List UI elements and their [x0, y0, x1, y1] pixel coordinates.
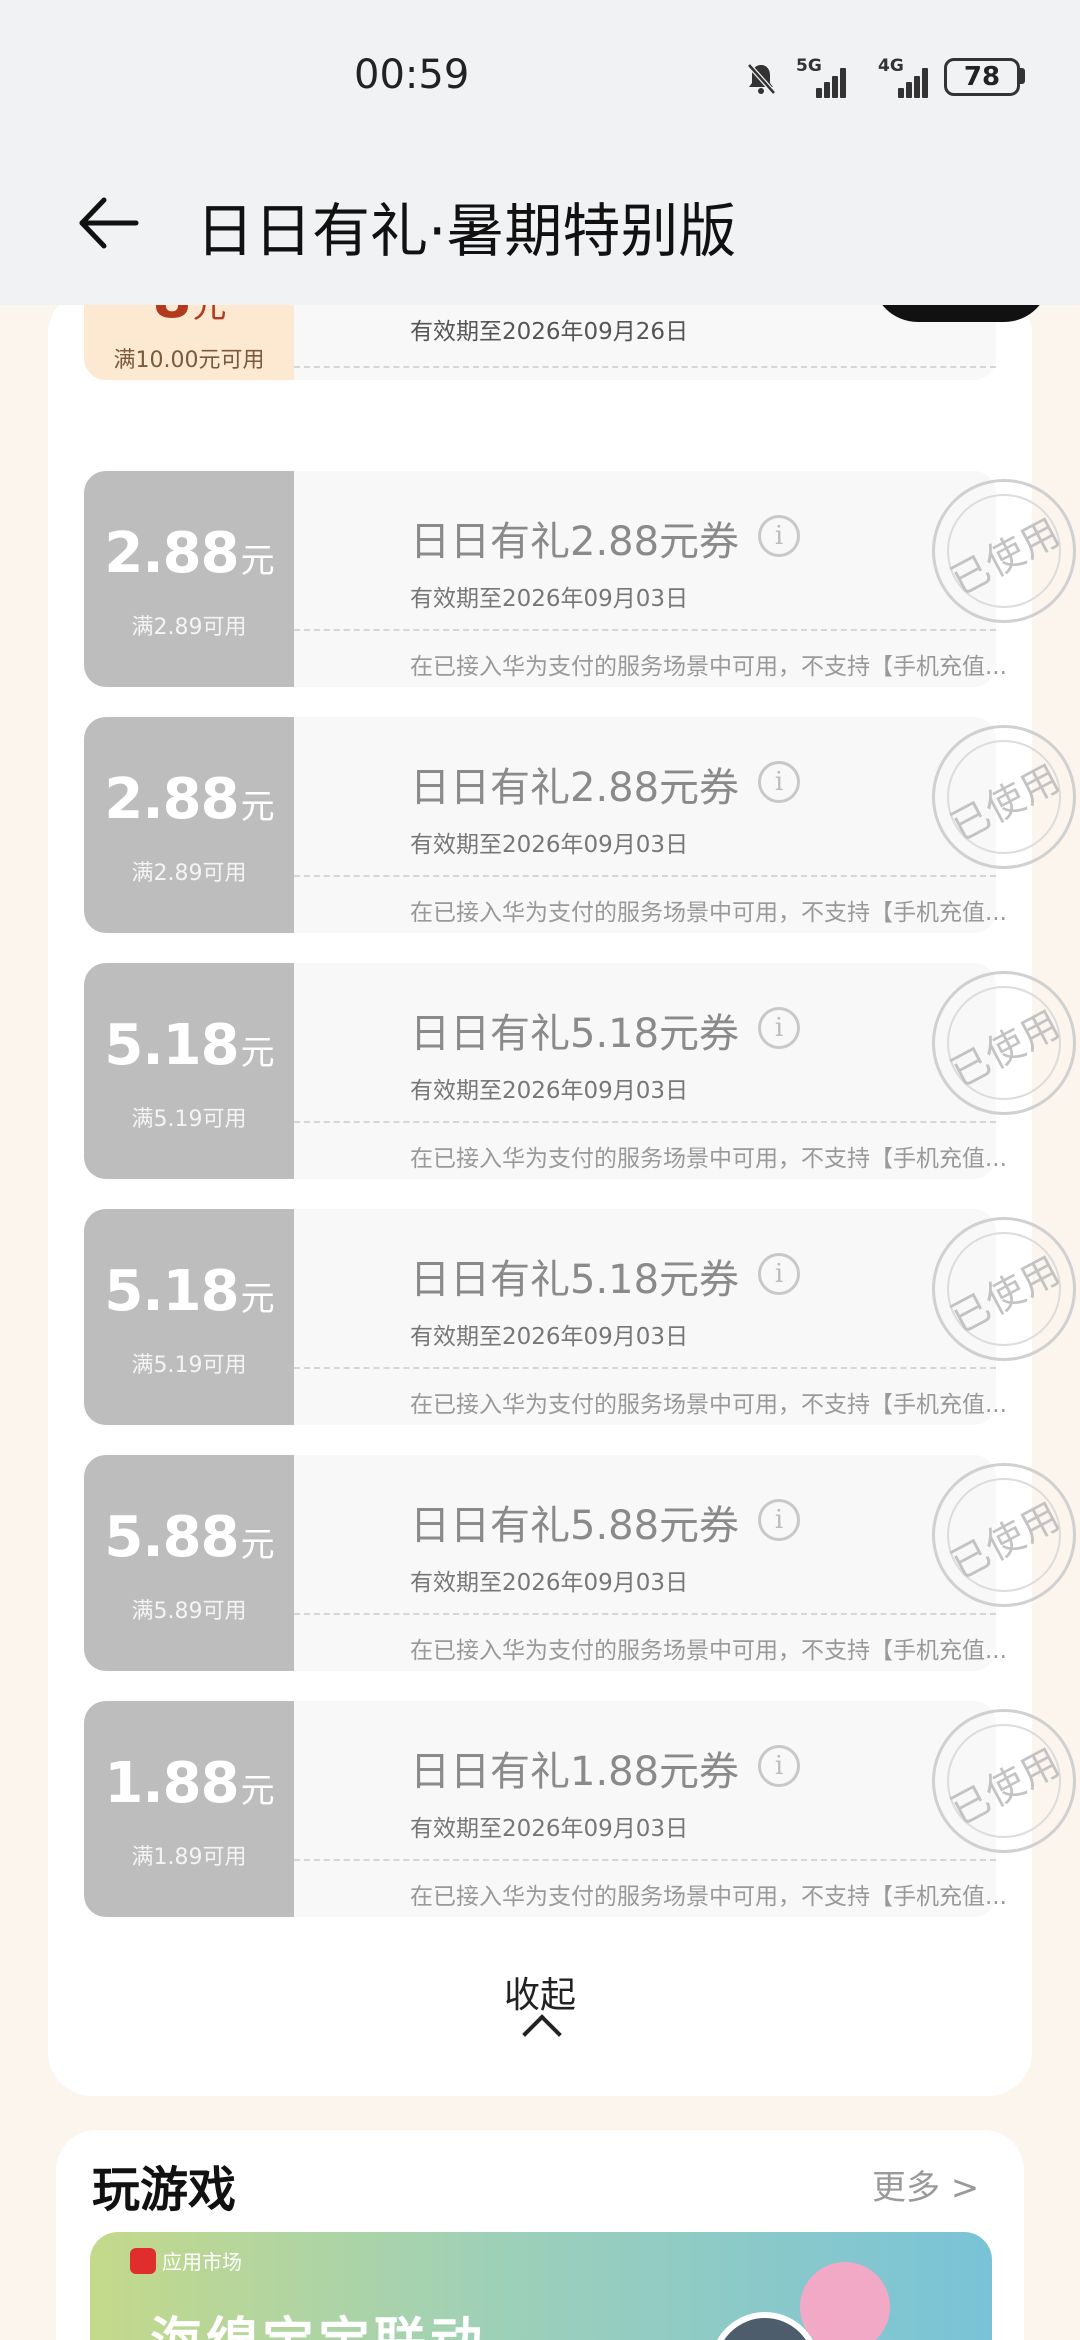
coupon-card[interactable]: 5.88元满5.89可用 日日有礼5.88元券 i 有效期至2026年09月03日在已…	[84, 1455, 1076, 1671]
coupon-divider	[294, 629, 996, 631]
coupon-valid-date: 有效期至2026年09月26日	[410, 319, 689, 345]
coupon-divider	[294, 1121, 996, 1123]
coupon-amount-panel: 2.88元满2.89可用	[84, 471, 294, 687]
coupon-detail-panel: 日日有礼2.88元券 i 有效期至2026年09月03日在已接入华为支付的服务场景中…	[294, 471, 1076, 687]
coupon-description[interactable]: 在已接入华为支付的服务场景中可用，不支持【手机充值...	[410, 1877, 1050, 1911]
coupon-condition: 满10.00元可用	[113, 348, 265, 373]
coupon-card[interactable]: 2.88元满2.89可用 日日有礼2.88元券 i 有效期至2026年09月03日在已…	[84, 717, 1076, 933]
info-icon[interactable]: i	[758, 515, 800, 557]
coupon-card[interactable]: 1.88元满1.89可用 日日有礼1.88元券 i 有效期至2026年09月03日在已…	[84, 1701, 1076, 1917]
coupon-description[interactable]: 在已接入华为支付的服务场景中可用，不支持【手机充值...	[410, 647, 1050, 681]
coupon-divider	[294, 1367, 996, 1369]
coupon-divider	[294, 1613, 996, 1615]
info-icon[interactable]: i	[758, 1745, 800, 1787]
coupon-unit: 元	[240, 1279, 275, 1319]
app-market-icon	[130, 2248, 156, 2274]
coupon-condition: 满5.89可用	[131, 1599, 247, 1624]
coupon-detail-panel: 日日有礼5.18元券 i 有效期至2026年09月03日在已接入华为支付的服务场景中…	[294, 1209, 1076, 1425]
collapse-button[interactable]: 收起	[0, 1966, 1080, 2018]
coupon-detail-panel: 日日有礼1.88元券 i 有效期至2026年09月03日在已接入华为支付的服务场景中…	[294, 1701, 1076, 1917]
coupon-valid-date: 有效期至2026年09月03日	[410, 1816, 689, 1842]
coupon-unit: 元	[240, 1033, 275, 1073]
battery-nub	[1020, 68, 1025, 84]
coupon-card[interactable]: 5.18元满5.19可用 日日有礼5.18元券 i 有效期至2026年09月03日在已…	[84, 1209, 1076, 1425]
used-stamp: 已使用	[932, 1217, 1076, 1361]
coupon-description[interactable]: 在已接入华为支付的服务场景中可用，不支持【手机充值...	[410, 1631, 1050, 1665]
character-illustration-icon	[800, 2262, 890, 2340]
used-stamp: 已使用	[932, 479, 1076, 623]
coupon-amount: 5.88	[104, 1505, 239, 1570]
coupon-title: 日日有礼2.88元券	[410, 765, 740, 811]
coupon-valid-date: 有效期至2026年09月03日	[410, 1078, 689, 1104]
coupon-title: 日日有礼1.88元券	[410, 1749, 740, 1795]
coupon-valid-date: 有效期至2026年09月03日	[410, 1324, 689, 1350]
coupon-condition: 满1.89可用	[131, 1845, 247, 1870]
coupon-amount-panel: 5.18元满5.19可用	[84, 1209, 294, 1425]
battery-indicator: 78	[944, 58, 1020, 96]
coupon-condition: 满2.89可用	[131, 615, 247, 640]
coupon-amount-panel: 2.88元满2.89可用	[84, 717, 294, 933]
games-more-link[interactable]: 更多 >	[872, 2160, 979, 2209]
coupon-amount: 2.88	[104, 767, 239, 832]
coupon-amount-panel: 5.88元满5.89可用	[84, 1455, 294, 1671]
games-title: 玩游戏	[92, 2162, 237, 2218]
coupon-title: 日日有礼5.18元券	[410, 1011, 740, 1057]
coupon-detail-panel: 日日有礼2.88元券 i 有效期至2026年09月03日在已接入华为支付的服务场景中…	[294, 717, 1076, 933]
coupon-valid-date: 有效期至2026年09月03日	[410, 1570, 689, 1596]
used-stamp: 已使用	[932, 725, 1076, 869]
info-icon[interactable]: i	[758, 761, 800, 803]
coupon-amount: 1.88	[104, 1751, 239, 1816]
coupon-amount: 5.18	[104, 1013, 239, 1078]
coupon-description[interactable]: 在已接入华为支付的服务场景中可用，不支持【手机充值...	[410, 893, 1050, 927]
coupon-condition: 满5.19可用	[131, 1353, 247, 1378]
coupon-description[interactable]: 在已接入华为支付的服务场景中可用，不支持【手机充值...	[410, 1385, 1050, 1419]
coupon-divider	[294, 875, 996, 877]
page-title: 日日有礼·暑期特别版	[196, 197, 737, 265]
banner-source-label: 应用市场	[162, 2250, 242, 2274]
coupon-card[interactable]: 2.88元满2.89可用 日日有礼2.88元券 i 有效期至2026年09月03日在已…	[84, 471, 1076, 687]
coupon-unit: 元	[240, 1771, 275, 1811]
coupon-unit: 元	[240, 541, 275, 581]
game-banner[interactable]: 应用市场 海绵宝宝联动	[90, 2232, 992, 2340]
coupon-detail-panel: 日日有礼5.88元券 i 有效期至2026年09月03日在已接入华为支付的服务场景中…	[294, 1455, 1076, 1671]
status-time: 00:59	[354, 52, 470, 98]
coupon-divider	[294, 366, 996, 368]
coupon-unit: 元	[240, 1525, 275, 1565]
bell-muted-icon	[747, 63, 776, 95]
used-stamp: 已使用	[932, 1463, 1076, 1607]
coupon-condition: 满5.19可用	[131, 1107, 247, 1132]
coupon-condition: 满2.89可用	[131, 861, 247, 886]
back-arrow-icon[interactable]	[74, 190, 140, 256]
info-icon[interactable]: i	[758, 1007, 800, 1049]
coupon-amount: 5.18	[104, 1259, 239, 1324]
coupon-amount-panel: 5.18元满5.19可用	[84, 963, 294, 1179]
coupon-card[interactable]: 5.18元满5.19可用 日日有礼5.18元券 i 有效期至2026年09月03日在已…	[84, 963, 1076, 1179]
header-bar: 00:59 5G 4G 78 日日有礼·暑期特别版	[0, 0, 1080, 305]
coupon-unit: 元	[240, 787, 275, 827]
banner-heading: 海绵宝宝联动	[150, 2300, 486, 2340]
coupon-amount-panel: 1.88元满1.89可用	[84, 1701, 294, 1917]
coupon-title: 日日有礼5.88元券	[410, 1503, 740, 1549]
coupon-valid-date: 有效期至2026年09月03日	[410, 586, 689, 612]
info-icon[interactable]: i	[758, 1253, 800, 1295]
used-stamp: 已使用	[932, 971, 1076, 1115]
used-stamp: 已使用	[932, 1709, 1076, 1853]
coupon-title: 日日有礼2.88元券	[410, 519, 740, 565]
coupon-divider	[294, 1859, 996, 1861]
coupon-valid-date: 有效期至2026年09月03日	[410, 832, 689, 858]
coupon-amount: 2.88	[104, 521, 239, 586]
coupon-description[interactable]: 在已接入华为支付的服务场景中可用，不支持【手机充值...	[410, 1139, 1050, 1173]
coupon-detail-panel: 日日有礼5.18元券 i 有效期至2026年09月03日在已接入华为支付的服务场景中…	[294, 963, 1076, 1179]
info-icon[interactable]: i	[758, 1499, 800, 1541]
coupon-title: 日日有礼5.18元券	[410, 1257, 740, 1303]
